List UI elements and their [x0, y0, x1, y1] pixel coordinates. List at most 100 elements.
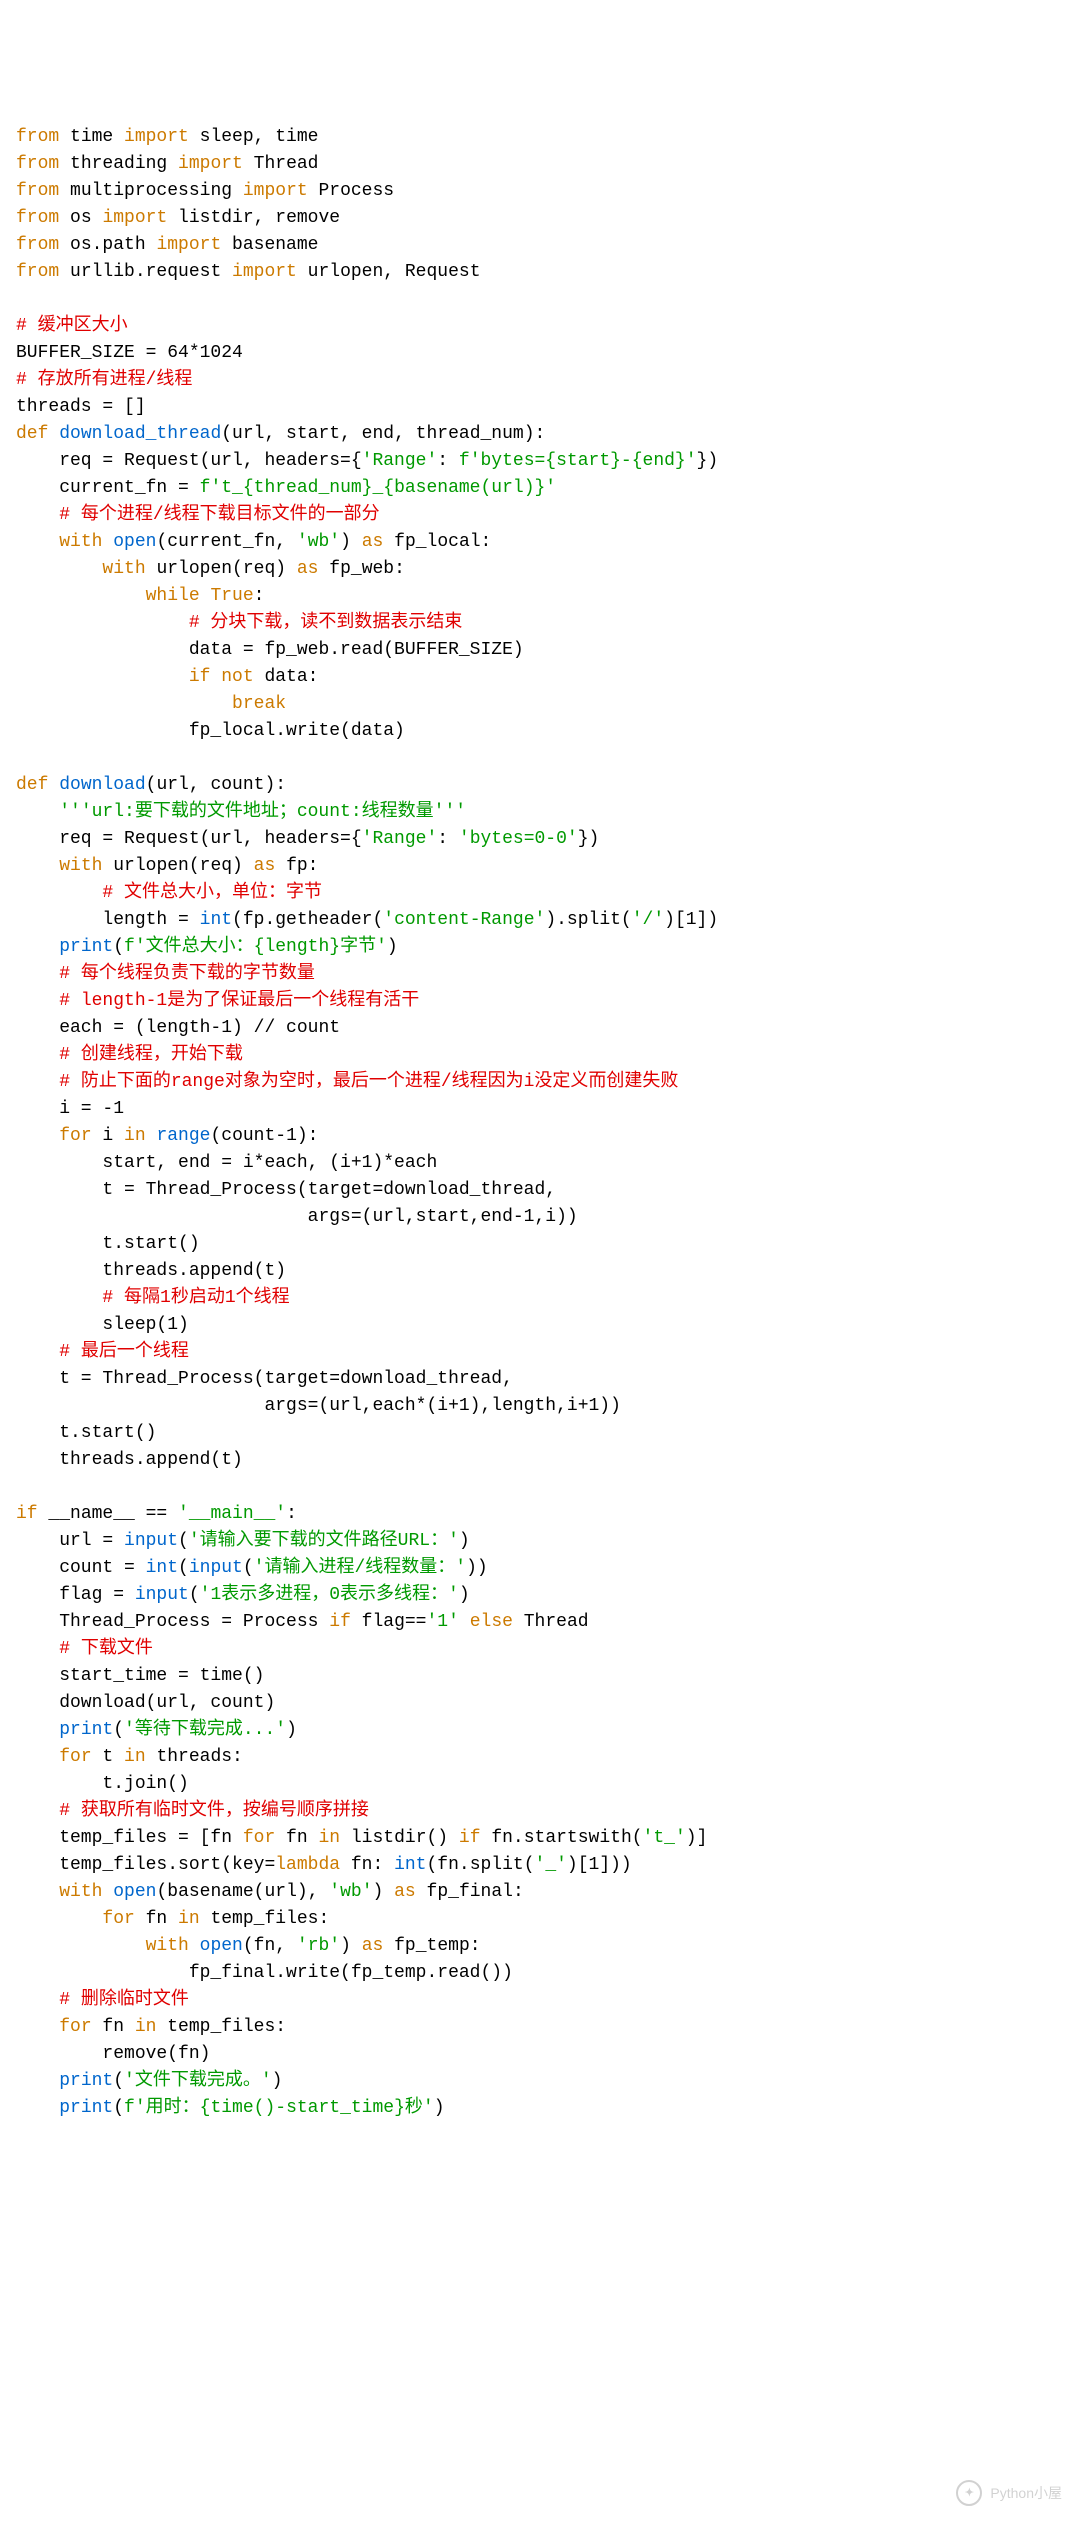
token-str: '1表示多进程，0表示多线程：' — [200, 1585, 459, 1605]
token-kw: if — [459, 1828, 481, 1848]
token-dark: temp_files: — [200, 1909, 330, 1929]
token-dark: fp_local.write(data) — [16, 721, 405, 741]
token-kw: as — [362, 532, 384, 552]
token-kw: not — [221, 667, 253, 687]
token-dark: flag = — [16, 1585, 135, 1605]
token-dark: t.start() — [16, 1423, 156, 1443]
token-kw: as — [394, 1882, 416, 1902]
token-dark: i = -1 — [16, 1099, 124, 1119]
token-dark: sleep, time — [189, 127, 319, 147]
token-str: '等待下载完成...' — [124, 1720, 286, 1740]
watermark-text: Python小屋 — [990, 2483, 1062, 2504]
code-line: # 存放所有进程/线程 — [16, 367, 1064, 394]
token-dark: }) — [578, 829, 600, 849]
token-dark: threads: — [146, 1747, 243, 1767]
token-dark: os — [59, 208, 102, 228]
token-dark — [16, 991, 59, 1011]
code-line: def download_thread(url, start, end, thr… — [16, 421, 1064, 448]
token-dark: (url, start, end, thread_num): — [221, 424, 545, 444]
token-kw: from — [16, 181, 59, 201]
token-dark: ) — [272, 2071, 283, 2091]
token-dark — [16, 559, 102, 579]
token-dark: (count-1): — [210, 1126, 318, 1146]
token-dark — [459, 1612, 470, 1632]
token-dark: t.join() — [16, 1774, 189, 1794]
code-line: from os import listdir, remove — [16, 205, 1064, 232]
code-line: from time import sleep, time — [16, 124, 1064, 151]
token-dark: req = Request(url, headers={ — [16, 829, 362, 849]
token-kw: with — [59, 532, 102, 552]
token-cmt: # 缓冲区大小 — [16, 316, 128, 336]
code-line: start, end = i*each, (i+1)*each — [16, 1150, 1064, 1177]
token-dark: ) — [459, 1585, 470, 1605]
token-str: 't_' — [643, 1828, 686, 1848]
token-dark: ( — [178, 1558, 189, 1578]
code-line: with open(current_fn, 'wb') as fp_local: — [16, 529, 1064, 556]
token-dark: ( — [178, 1531, 189, 1551]
code-line: if not data: — [16, 664, 1064, 691]
code-line: args=(url,each*(i+1),length,i+1)) — [16, 1393, 1064, 1420]
token-cmt: # 分块下载，读不到数据表示结束 — [189, 613, 463, 633]
token-dark: )[1])) — [567, 1855, 632, 1875]
code-line: # 分块下载，读不到数据表示结束 — [16, 610, 1064, 637]
code-line: temp_files = [fn for fn in listdir() if … — [16, 1825, 1064, 1852]
token-kw: as — [254, 856, 276, 876]
token-fn: print — [59, 2098, 113, 2118]
token-dark — [189, 1936, 200, 1956]
token-dark: ( — [113, 2071, 124, 2091]
token-dark: ( — [113, 937, 124, 957]
code-line: with open(fn, 'rb') as fp_temp: — [16, 1933, 1064, 1960]
token-dark: ) — [387, 937, 398, 957]
token-dark — [16, 802, 59, 822]
token-dark: count = — [16, 1558, 146, 1578]
token-dark: ( — [243, 1558, 254, 1578]
token-dark — [16, 1720, 59, 1740]
code-line: req = Request(url, headers={'Range': 'by… — [16, 826, 1064, 853]
token-dark — [146, 1126, 157, 1146]
code-line: data = fp_web.read(BUFFER_SIZE) — [16, 637, 1064, 664]
token-dark — [16, 586, 146, 606]
token-dark — [16, 1045, 59, 1065]
token-str: 'wb' — [329, 1882, 372, 1902]
token-dark: ) — [373, 1882, 395, 1902]
token-dark: os.path — [59, 235, 156, 255]
token-str: 'bytes=0-0' — [459, 829, 578, 849]
token-dark — [16, 2071, 59, 2091]
code-line: each = (length-1) // count — [16, 1015, 1064, 1042]
token-str: 'Range' — [362, 451, 438, 471]
token-dark: t = Thread_Process(target=download_threa… — [16, 1180, 556, 1200]
token-fn: range — [156, 1126, 210, 1146]
token-dark — [16, 1882, 59, 1902]
code-line: if __name__ == '__main__': — [16, 1501, 1064, 1528]
token-dark: data = fp_web.read(BUFFER_SIZE) — [16, 640, 524, 660]
token-dark: : — [254, 586, 265, 606]
code-line: t = Thread_Process(target=download_threa… — [16, 1177, 1064, 1204]
token-dark — [16, 1990, 59, 2010]
token-dark: fn — [135, 1909, 178, 1929]
token-dark: : — [286, 1504, 297, 1524]
token-dark: args=(url,start,end-1,i)) — [16, 1207, 578, 1227]
token-kw: import — [156, 235, 221, 255]
code-line: # 文件总大小，单位：字节 — [16, 880, 1064, 907]
token-dark: ) — [434, 2098, 445, 2118]
token-dark: temp_files.sort(key= — [16, 1855, 275, 1875]
code-line: flag = input('1表示多进程，0表示多线程：') — [16, 1582, 1064, 1609]
token-dark — [16, 613, 189, 633]
token-dark: threading — [59, 154, 178, 174]
token-dark: time — [59, 127, 124, 147]
code-line: with open(basename(url), 'wb') as fp_fin… — [16, 1879, 1064, 1906]
token-str: 'rb' — [297, 1936, 340, 1956]
token-dark: args=(url,each*(i+1),length,i+1)) — [16, 1396, 621, 1416]
token-fn: download_thread — [59, 424, 221, 444]
token-str: '1' — [427, 1612, 459, 1632]
code-line — [16, 1474, 1064, 1501]
token-dark: (fp.getheader( — [232, 910, 383, 930]
code-line: def download(url, count): — [16, 772, 1064, 799]
code-line: for t in threads: — [16, 1744, 1064, 1771]
token-dark — [16, 1909, 102, 1929]
token-kw: as — [362, 1936, 384, 1956]
token-cmt: # 每个进程/线程下载目标文件的一部分 — [59, 505, 379, 525]
token-dark: basename — [221, 235, 318, 255]
token-dark: current_fn = — [16, 478, 200, 498]
code-line: args=(url,start,end-1,i)) — [16, 1204, 1064, 1231]
